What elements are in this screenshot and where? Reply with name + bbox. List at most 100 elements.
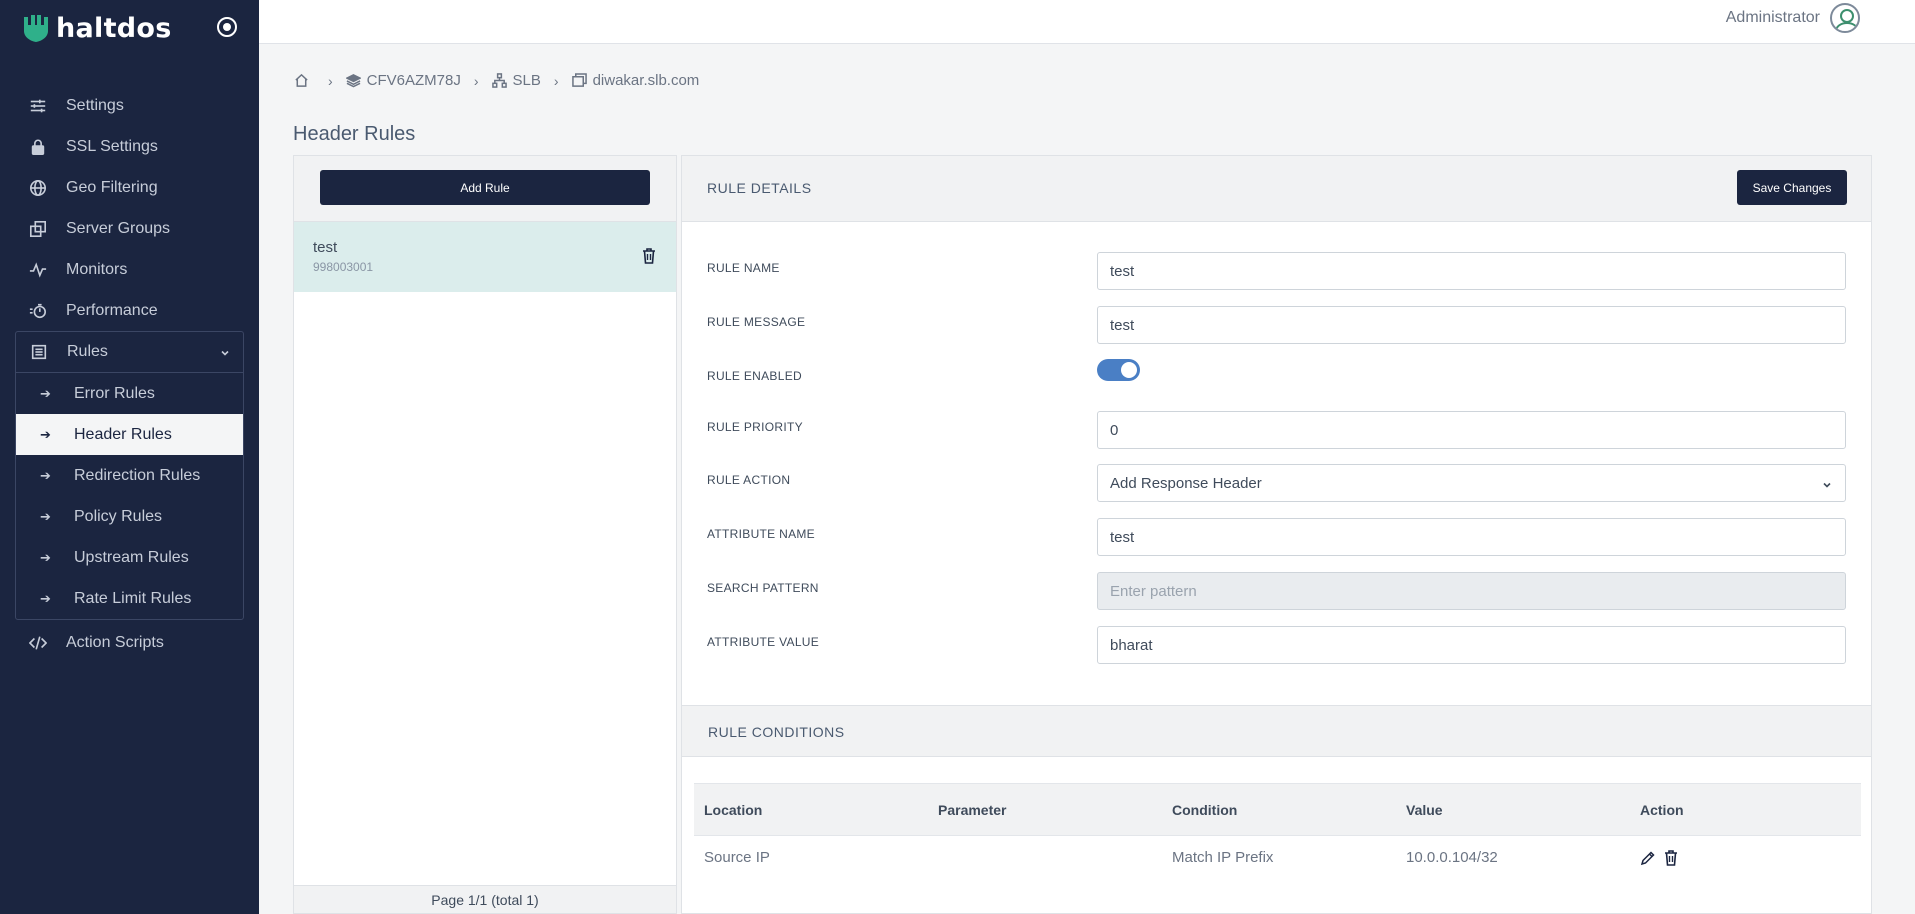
sidebar-nav: Settings SSL Settings Geo Filtering Serv… — [0, 85, 259, 663]
window-icon — [571, 73, 587, 88]
rule-priority-input[interactable] — [1097, 411, 1846, 449]
sidebar-item-settings[interactable]: Settings — [0, 85, 259, 126]
rule-list-header: Add Rule — [294, 156, 676, 222]
sidebar-item-label: Settings — [66, 96, 124, 114]
rule-name-label: RULE NAME — [707, 261, 780, 275]
rule-action-select[interactable]: Add Response Header — [1097, 464, 1846, 502]
sidebar-item-server-groups[interactable]: Server Groups — [0, 208, 259, 249]
code-icon — [28, 633, 48, 653]
column-header-parameter: Parameter — [928, 783, 1162, 836]
sidebar-item-geo-filtering[interactable]: Geo Filtering — [0, 167, 259, 208]
table-header-row: Location Parameter Condition Value Actio… — [694, 783, 1861, 836]
table-row: Source IP Match IP Prefix 10.0.0.104/32 — [694, 836, 1861, 880]
save-changes-button[interactable]: Save Changes — [1737, 170, 1847, 205]
rule-enabled-toggle[interactable] — [1097, 359, 1140, 381]
brand-logo[interactable]: haltdos — [22, 12, 172, 44]
breadcrumb-item-device[interactable]: CFV6AZM78J — [345, 72, 461, 89]
breadcrumb-separator: › — [328, 72, 333, 89]
rule-item-id: 998003001 — [313, 260, 374, 274]
sidebar: haltdos Settings SSL Settings Geo Filter… — [0, 0, 259, 914]
breadcrumb: › CFV6AZM78J › SLB › diwakar.slb.com — [294, 72, 699, 89]
chevron-down-icon — [219, 346, 231, 364]
arrow-right-icon: ➔ — [40, 508, 51, 524]
sidebar-subitem-error-rules[interactable]: ➔ Error Rules — [16, 373, 243, 414]
cell-value: 10.0.0.104/32 — [1406, 849, 1498, 867]
attribute-name-input[interactable] — [1097, 518, 1846, 556]
sidebar-item-performance[interactable]: Performance — [0, 290, 259, 331]
cell-location: Source IP — [704, 849, 770, 867]
rule-action-value: Add Response Header — [1110, 474, 1262, 492]
sidebar-item-monitors[interactable]: Monitors — [0, 249, 259, 290]
rule-conditions-title: RULE CONDITIONS — [708, 724, 845, 740]
sidebar-item-label: Server Groups — [66, 219, 171, 237]
rules-group: Rules ➔ Error Rules ➔ Header Rules ➔ Red… — [15, 331, 244, 620]
layers-icon — [345, 73, 361, 88]
rule-item-name: test — [313, 239, 338, 256]
chevron-down-icon — [1821, 478, 1833, 495]
attribute-value-label: ATTRIBUTE VALUE — [707, 635, 820, 649]
trash-icon[interactable] — [642, 248, 656, 268]
sidebar-item-action-scripts[interactable]: Action Scripts — [0, 622, 259, 663]
arrow-right-icon: ➔ — [40, 385, 51, 401]
globe-icon — [28, 178, 48, 198]
breadcrumb-item-slb[interactable]: SLB — [491, 72, 541, 89]
shield-logo-icon — [22, 13, 50, 43]
breadcrumb-item-domain[interactable]: diwakar.slb.com — [571, 72, 700, 89]
pagination-info: Page 1/1 (total 1) — [294, 885, 676, 913]
sidebar-subitem-label: Redirection Rules — [74, 466, 201, 484]
rule-action-label: RULE ACTION — [707, 473, 791, 487]
sidebar-item-label: Monitors — [66, 260, 128, 278]
column-header-location: Location — [694, 783, 928, 836]
list-icon — [29, 342, 49, 362]
breadcrumb-separator: › — [473, 72, 479, 89]
rule-name-input[interactable] — [1097, 252, 1846, 290]
search-pattern-input[interactable] — [1097, 572, 1846, 610]
sidebar-item-label: Action Scripts — [66, 633, 164, 651]
rule-list-item[interactable]: test 998003001 — [294, 222, 676, 292]
breadcrumb-home[interactable] — [294, 73, 315, 88]
rule-list-panel: Add Rule test 998003001 Page 1/1 (total … — [293, 155, 677, 914]
sidebar-subitem-policy-rules[interactable]: ➔ Policy Rules — [16, 496, 243, 537]
sidebar-item-label: SSL Settings — [66, 137, 158, 155]
brand-name: haltdos — [56, 12, 172, 44]
sidebar-subitem-rate-limit-rules[interactable]: ➔ Rate Limit Rules — [16, 578, 243, 619]
user-menu[interactable]: Administrator — [1726, 3, 1860, 33]
sitemap-icon — [491, 73, 507, 88]
add-rule-button[interactable]: Add Rule — [320, 170, 650, 205]
user-name: Administrator — [1725, 9, 1820, 26]
rule-details-title: RULE DETAILS — [707, 180, 812, 196]
rule-conditions-header: RULE CONDITIONS — [682, 705, 1871, 757]
column-header-value: Value — [1396, 783, 1630, 836]
sidebar-item-rules[interactable]: Rules — [16, 332, 243, 373]
sidebar-toggle-icon[interactable] — [217, 17, 237, 37]
column-header-action: Action — [1630, 783, 1861, 836]
search-pattern-label: SEARCH PATTERN — [707, 581, 819, 595]
sidebar-item-label: Geo Filtering — [66, 178, 158, 196]
rule-message-input[interactable] — [1097, 306, 1846, 344]
server-groups-icon — [28, 219, 48, 239]
sidebar-subitem-upstream-rules[interactable]: ➔ Upstream Rules — [16, 537, 243, 578]
arrow-right-icon: ➔ — [40, 426, 51, 442]
sidebar-subitem-label: Header Rules — [74, 425, 172, 443]
trash-icon[interactable] — [1663, 850, 1679, 867]
sidebar-subitem-header-rules[interactable]: ➔ Header Rules — [16, 414, 243, 455]
page-title: Header Rules — [293, 123, 416, 145]
arrow-right-icon: ➔ — [40, 590, 51, 606]
cell-action — [1630, 836, 1861, 880]
sidebar-subitem-redirection-rules[interactable]: ➔ Redirection Rules — [16, 455, 243, 496]
sidebar-subitem-label: Error Rules — [74, 384, 155, 402]
sliders-icon — [28, 96, 48, 116]
home-icon — [294, 73, 309, 88]
breadcrumb-label: diwakar.slb.com — [592, 72, 700, 89]
cell-condition: Match IP Prefix — [1172, 849, 1274, 867]
rule-message-label: RULE MESSAGE — [707, 315, 806, 329]
sidebar-subitem-label: Upstream Rules — [74, 548, 189, 566]
attribute-value-input[interactable] — [1097, 626, 1846, 664]
rule-details-panel: RULE DETAILS Save Changes RULE NAME RULE… — [681, 155, 1872, 914]
breadcrumb-label: CFV6AZM78J — [366, 72, 461, 89]
lock-icon — [28, 137, 48, 157]
cell-parameter — [928, 836, 1162, 880]
sidebar-item-ssl-settings[interactable]: SSL Settings — [0, 126, 259, 167]
pencil-icon[interactable] — [1640, 850, 1656, 866]
avatar-icon — [1830, 3, 1860, 33]
